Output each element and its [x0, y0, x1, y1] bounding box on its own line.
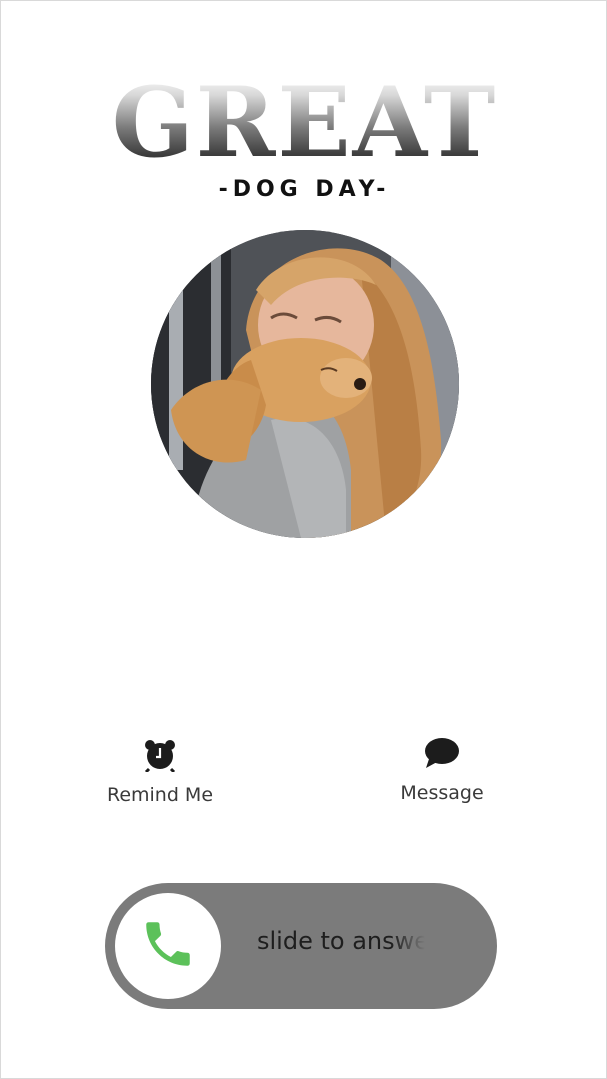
phone-icon [139, 915, 197, 978]
caller-avatar [151, 230, 459, 538]
remind-me-button[interactable]: Remind Me [80, 738, 240, 806]
message-label: Message [400, 782, 484, 804]
speech-bubble-icon [422, 736, 462, 770]
slider-handle[interactable] [115, 893, 221, 999]
remind-me-label: Remind Me [106, 784, 214, 806]
message-button[interactable]: Message [362, 736, 522, 804]
answer-slider[interactable]: slide to answer [105, 883, 497, 1009]
screen-frame: GREAT -DOG DAY- Remind Me Message slide … [0, 0, 607, 1079]
page-title: GREAT [1, 73, 607, 173]
caller-photo [151, 230, 459, 538]
page-subtitle: -DOG DAY- [218, 177, 391, 202]
alarm-clock-icon [140, 738, 180, 774]
slide-to-answer-label: slide to answer [257, 927, 425, 955]
